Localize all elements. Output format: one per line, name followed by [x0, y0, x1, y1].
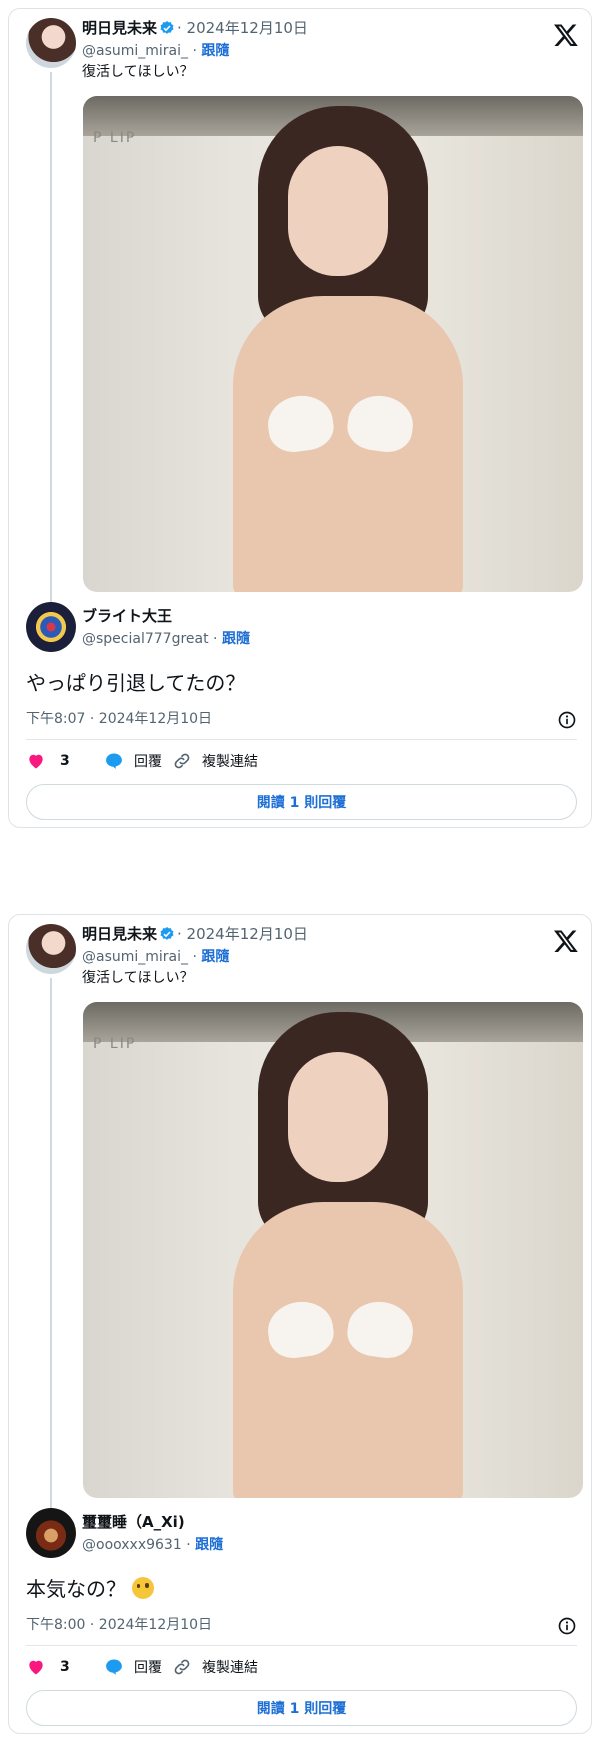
reply-tweet-text: やっぱり引退してたの？ [26, 671, 246, 695]
thread-line [50, 72, 52, 602]
action-bar: 3 回覆 複製連結 [26, 1655, 577, 1679]
original-handle-row: @asumi_mirai_ · 跟隨 [82, 947, 229, 967]
thinking-face-emoji [132, 1577, 155, 1599]
reply-author-name[interactable]: 璽璽睡（A_Xi) [82, 1512, 185, 1532]
reply-tweet-text-row: 本気なの？ [26, 1575, 155, 1603]
original-handle[interactable]: @asumi_mirai_ · [82, 43, 197, 59]
original-tweet-text: 復活してほしい？ [82, 970, 194, 986]
heart-icon [29, 1660, 43, 1675]
original-author-name[interactable]: 明日見未来 [82, 19, 157, 37]
original-date[interactable]: · 2024年12月10日 [177, 19, 308, 37]
action-bar: 3 回覆 複製連結 [26, 749, 577, 773]
link-icon [174, 753, 190, 769]
original-tweet-text: 復活してほしい？ [82, 64, 194, 80]
like-count: 3 [60, 1659, 70, 1675]
speech-bubble-icon [106, 753, 122, 769]
copy-link-button[interactable]: 複製連結 [172, 1655, 258, 1679]
info-icon[interactable] [557, 1616, 577, 1636]
x-logo-icon[interactable] [553, 22, 579, 48]
original-author-avatar[interactable] [26, 18, 76, 68]
verified-icon [160, 927, 174, 940]
tweet-photo[interactable]: P LIP [83, 96, 583, 592]
reply-handle-row: @oooxxx9631 · 跟隨 [82, 1535, 223, 1555]
copy-link-label: 複製連結 [202, 1660, 258, 1676]
reply-label: 回覆 [134, 1660, 162, 1676]
x-logo-icon[interactable] [553, 928, 579, 954]
reply-author-avatar[interactable] [26, 602, 76, 652]
follow-link[interactable]: 跟隨 [222, 631, 250, 647]
tweet-photo[interactable]: P LIP [83, 1002, 583, 1498]
embedded-tweet-card-1: 明日見未来 · 2024年12月10日 @asumi_mirai_ · 跟隨 復活… [8, 8, 592, 828]
divider [26, 1645, 577, 1646]
follow-link[interactable]: 跟隨 [201, 949, 229, 965]
embedded-tweet-card-2: 明日見未来 · 2024年12月10日 @asumi_mirai_ · 跟隨 復活… [8, 914, 592, 1734]
photo-subject-body [233, 1202, 463, 1498]
reply-author-avatar[interactable] [26, 1508, 76, 1558]
read-replies-button[interactable]: 閱讀 1 則回覆 [26, 784, 577, 820]
original-date[interactable]: · 2024年12月10日 [177, 925, 308, 943]
original-author-name[interactable]: 明日見未来 [82, 925, 157, 943]
heart-icon [29, 754, 43, 769]
reply-author-name[interactable]: ブライト大王 [82, 606, 172, 626]
reply-timestamp[interactable]: 下午8:07 · 2024年12月10日 [26, 709, 212, 729]
photo-subject-face [288, 146, 388, 276]
original-author-header: 明日見未来 · 2024年12月10日 [82, 924, 308, 944]
verified-icon [160, 21, 174, 34]
reply-handle-row: @special777great · 跟隨 [82, 629, 250, 649]
thread-line [50, 978, 52, 1508]
original-author-avatar[interactable] [26, 924, 76, 974]
original-author-header: 明日見未来 · 2024年12月10日 [82, 18, 308, 38]
reply-handle[interactable]: @oooxxx9631 · [82, 1537, 191, 1553]
original-handle[interactable]: @asumi_mirai_ · [82, 949, 197, 965]
reply-label: 回覆 [134, 754, 162, 770]
reply-button[interactable]: 回覆 [104, 749, 162, 773]
copy-link-button[interactable]: 複製連結 [172, 749, 258, 773]
like-count: 3 [60, 753, 70, 769]
photo-subject-face [288, 1052, 388, 1182]
follow-link[interactable]: 跟隨 [201, 43, 229, 59]
original-handle-row: @asumi_mirai_ · 跟隨 [82, 41, 229, 61]
like-button[interactable]: 3 [26, 749, 70, 773]
speech-bubble-icon [106, 1659, 122, 1675]
copy-link-label: 複製連結 [202, 754, 258, 770]
reply-button[interactable]: 回覆 [104, 1655, 162, 1679]
photo-subject-body [233, 296, 463, 592]
reply-timestamp[interactable]: 下午8:00 · 2024年12月10日 [26, 1615, 212, 1635]
photo-wall-text: P LIP [93, 130, 137, 146]
divider [26, 739, 577, 740]
reply-tweet-text: 本気なの？ [26, 1577, 126, 1601]
like-button[interactable]: 3 [26, 1655, 70, 1679]
follow-link[interactable]: 跟隨 [195, 1537, 223, 1553]
read-replies-button[interactable]: 閱讀 1 則回覆 [26, 1690, 577, 1726]
info-icon[interactable] [557, 710, 577, 730]
link-icon [174, 1659, 190, 1675]
photo-wall-text: P LIP [93, 1036, 137, 1052]
reply-handle[interactable]: @special777great · [82, 631, 218, 647]
